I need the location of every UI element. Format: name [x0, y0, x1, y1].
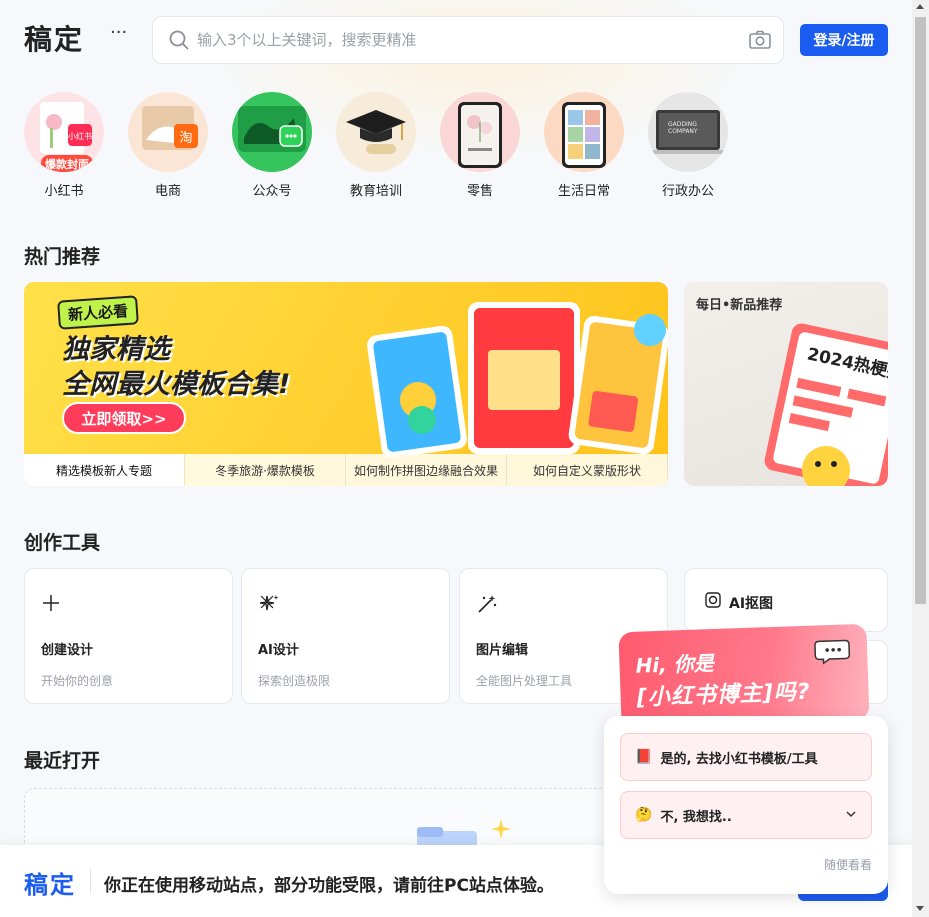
scroll-up-arrow[interactable]	[916, 4, 924, 9]
search-bar[interactable]	[152, 16, 784, 64]
wechat-thumb	[232, 92, 312, 172]
popup-header: Hi, 你是 [小红书博主]吗?	[618, 623, 870, 729]
promo-banner[interactable]: 新人必看 独家精选 全网最火模板合集! 立即领取>> 精选模板新人专题 冬季旅游…	[24, 282, 668, 486]
tool-desc: 开始你的创意	[41, 674, 114, 688]
category-daily-life[interactable]: 生活日常	[544, 92, 624, 199]
banner-phones-illustration	[367, 302, 668, 458]
tool-desc: 全能图片处理工具	[476, 674, 573, 688]
banner-tabs: 精选模板新人专题 冬季旅游·爆款模板 如何制作拼图边缘融合效果 如何自定义蒙版形…	[24, 454, 668, 486]
category-row: 小红书 爆款封面 小红书 淘 电商 公众号 教育培训 零售 生活日常 GADDI…	[24, 92, 728, 199]
popup-greeting-1: Hi, 你是	[635, 651, 715, 678]
more-menu-button[interactable]: ···	[110, 22, 127, 43]
section-title-tools: 创作工具	[24, 532, 101, 554]
svg-text:COMPANY: COMPANY	[668, 128, 698, 135]
trend-guide-poster: 2024热梗指南	[764, 323, 888, 486]
cutout-icon	[705, 592, 721, 612]
camera-icon[interactable]	[749, 30, 771, 54]
vertical-scrollbar[interactable]	[912, 0, 929, 917]
option-yes-button[interactable]: 📕 是的, 去找小红书模板/工具	[620, 733, 872, 781]
scroll-down-arrow[interactable]	[916, 906, 924, 911]
chat-bubble-icon	[814, 639, 851, 665]
magic-wand-icon	[476, 593, 498, 619]
daily-new-card[interactable]: 每日•新品推荐 2024热梗指南	[684, 282, 888, 486]
tool-desc: 探索创造极限	[258, 674, 331, 688]
category-office[interactable]: GADDING COMPANY 行政办公	[648, 92, 728, 199]
divider	[90, 869, 91, 893]
banner-tab[interactable]: 冬季旅游·爆款模板	[185, 454, 346, 486]
persona-popup: 📕 是的, 去找小红书模板/工具 🤔 不, 我想找.. 随便看看	[604, 716, 888, 894]
ecommerce-thumb: 淘	[128, 92, 208, 172]
education-thumb	[336, 92, 416, 172]
category-ecommerce[interactable]: 淘 电商	[128, 92, 208, 199]
thinking-face-icon: 🤔	[635, 807, 653, 823]
category-wechat[interactable]: 公众号	[232, 92, 312, 199]
tool-name: 图片编辑	[476, 643, 529, 658]
tool-ai-design[interactable]: AI设计 探索创造极限	[241, 568, 450, 704]
banner-headline-1: 独家精选	[62, 334, 170, 365]
banner-headline-2: 全网最火模板合集!	[62, 369, 291, 400]
svg-text:小红书: 小红书	[68, 131, 92, 141]
banner-tag: 新人必看	[57, 295, 139, 330]
option-yes-label: 是的, 去找小红书模板/工具	[660, 751, 818, 767]
retail-thumb	[440, 92, 520, 172]
category-label: 公众号	[252, 184, 292, 199]
svg-text:GADDING: GADDING	[668, 121, 697, 128]
category-retail[interactable]: 零售	[440, 92, 520, 199]
option-no-dropdown[interactable]: 🤔 不, 我想找..	[620, 791, 872, 839]
category-label: 零售	[466, 184, 493, 199]
category-xiaohongshu[interactable]: 小红书 爆款封面 小红书	[24, 92, 104, 199]
tool-create-design[interactable]: 创建设计 开始你的创意	[24, 568, 233, 704]
scroll-thumb[interactable]	[915, 17, 926, 604]
notice-logo: 稿定	[24, 871, 76, 899]
xiaohongshu-thumb: 小红书 爆款封面	[24, 92, 104, 172]
chevron-down-icon	[845, 808, 857, 824]
banner-tab[interactable]: 如何制作拼图边缘融合效果	[346, 454, 507, 486]
tool-name: 创建设计	[41, 643, 94, 658]
category-education[interactable]: 教育培训	[336, 92, 416, 199]
site-logo[interactable]: 稿定	[24, 18, 84, 58]
search-input[interactable]	[197, 27, 737, 53]
skip-link[interactable]: 随便看看	[824, 856, 872, 873]
book-icon: 📕	[635, 749, 653, 765]
search-icon	[169, 30, 189, 54]
svg-text:淘: 淘	[179, 131, 192, 146]
tool-name: AI设计	[258, 643, 299, 658]
office-thumb: GADDING COMPANY	[648, 92, 728, 172]
popup-greeting-2: [小红书博主]吗?	[636, 679, 811, 711]
category-label: 行政办公	[661, 184, 714, 199]
notice-text: 你正在使用移动站点，部分功能受限，请前往PC站点体验。	[104, 876, 554, 896]
tool-ai-cutout[interactable]: AI抠图	[684, 568, 888, 632]
category-label: 小红书	[44, 184, 84, 199]
section-title-recent: 最近打开	[24, 750, 101, 772]
banner-tab[interactable]: 精选模板新人专题	[24, 454, 185, 486]
category-label: 生活日常	[557, 184, 610, 199]
section-title-hot: 热门推荐	[24, 246, 101, 268]
category-label: 教育培训	[349, 184, 402, 199]
banner-cta-button[interactable]: 立即领取>>	[62, 402, 186, 434]
plus-icon	[41, 593, 61, 617]
hot-cover-badge: 爆款封面	[41, 155, 93, 172]
page: 稿定 ··· 登录/注册 小红书 爆款封面 小红书 淘 电商	[0, 0, 912, 917]
sparkle-icon	[258, 593, 280, 619]
banner-tab[interactable]: 如何自定义蒙版形状	[507, 454, 668, 486]
tool-name: AI抠图	[729, 596, 774, 612]
daily-life-thumb	[544, 92, 624, 172]
category-label: 电商	[154, 184, 181, 199]
login-button[interactable]: 登录/注册	[800, 24, 888, 56]
option-no-label: 不, 我想找..	[660, 809, 732, 825]
